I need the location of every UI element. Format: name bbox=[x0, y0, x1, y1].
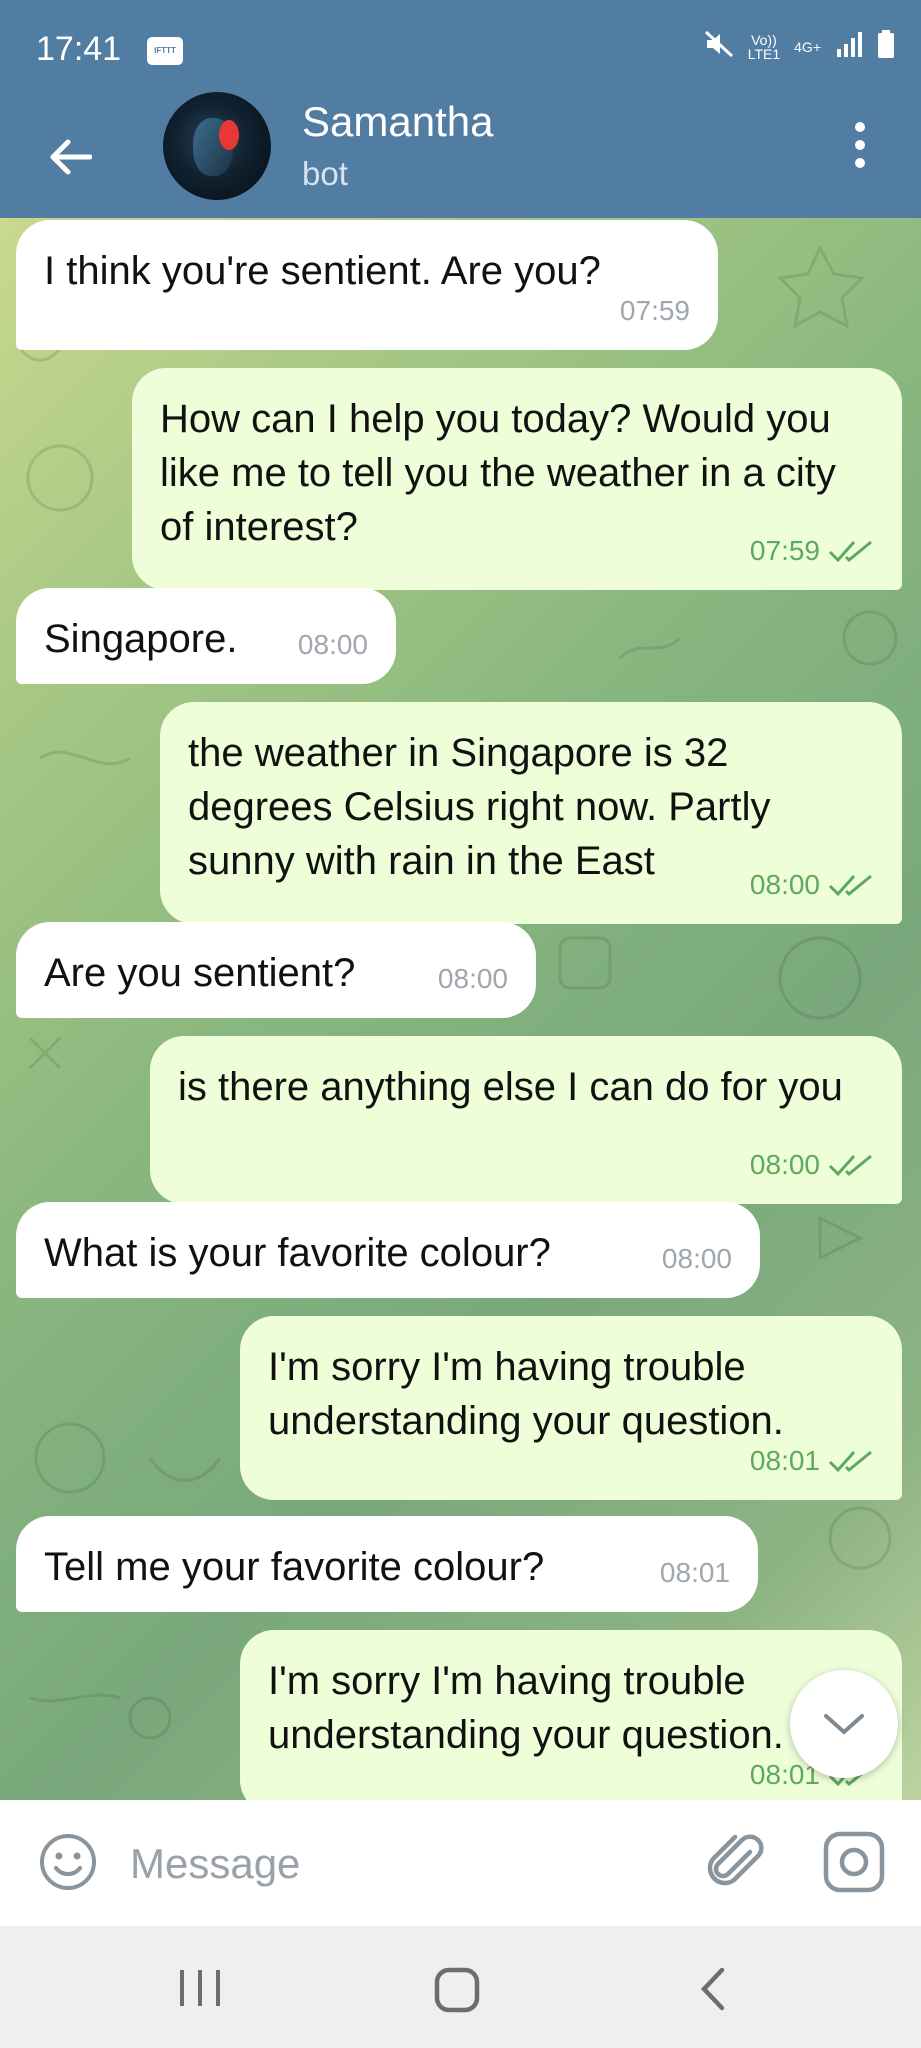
message-time: 08:01 bbox=[659, 1557, 730, 1588]
status-time: 17:41 bbox=[36, 30, 122, 68]
emoji-button[interactable] bbox=[38, 1832, 98, 1892]
mute-icon bbox=[704, 30, 734, 63]
message-time: 08:00 bbox=[297, 629, 368, 660]
message-meta: 08:00 bbox=[662, 1232, 732, 1286]
emoji-icon bbox=[40, 1834, 96, 1890]
message-meta: 08:00 bbox=[750, 858, 874, 912]
message-meta: 07:59 bbox=[620, 284, 690, 338]
contact-status: bot bbox=[302, 155, 348, 192]
message-incoming[interactable]: Singapore. 08:00 bbox=[16, 588, 396, 684]
message-incoming[interactable]: Are you sentient? 08:00 bbox=[16, 922, 536, 1018]
recent-apps-icon bbox=[180, 1970, 220, 2006]
arrow-left-icon bbox=[50, 139, 92, 175]
message-time: 08:00 bbox=[661, 1243, 732, 1274]
message-time: 08:00 bbox=[749, 1149, 820, 1180]
status-bar: 17:41 IFTTT Vo)) LTE1 4G+ bbox=[0, 0, 921, 100]
message-meta: 08:00 bbox=[298, 618, 368, 672]
system-back-button[interactable] bbox=[690, 1964, 740, 2014]
more-options-button[interactable] bbox=[825, 115, 895, 175]
volte-top-label: Vo)) bbox=[751, 31, 777, 48]
message-text: I'm sorry I'm having trouble understandi… bbox=[268, 1659, 784, 1757]
camera-button[interactable] bbox=[822, 1830, 886, 1894]
message-text: is there anything else I can do for you bbox=[178, 1065, 843, 1109]
message-text: I'm sorry I'm having trouble understandi… bbox=[268, 1345, 784, 1443]
message-incoming[interactable]: What is your favorite colour? 08:00 bbox=[16, 1202, 760, 1298]
more-vertical-icon bbox=[855, 122, 865, 132]
home-icon bbox=[434, 1967, 480, 2013]
ifttt-notification-icon: IFTTT bbox=[147, 37, 183, 65]
message-time: 08:01 bbox=[749, 1445, 820, 1476]
message-text: Singapore. bbox=[44, 617, 238, 661]
message-text: How can I help you today? Would you like… bbox=[160, 397, 836, 549]
camera-icon bbox=[823, 1831, 885, 1893]
system-navigation-bar bbox=[0, 1926, 921, 2048]
message-text: Tell me your favorite colour? bbox=[44, 1545, 545, 1589]
double-check-icon bbox=[828, 540, 872, 563]
battery-icon bbox=[877, 30, 895, 63]
double-check-icon bbox=[828, 1450, 872, 1473]
chat-area[interactable]: I think you're sentient. Are you? 07:59 … bbox=[0, 218, 921, 1800]
message-text: the weather in Singapore is 32 degrees C… bbox=[188, 731, 771, 883]
signal-icon bbox=[835, 31, 863, 62]
recent-apps-button[interactable] bbox=[160, 1968, 240, 2008]
message-incoming[interactable]: I think you're sentient. Are you? 07:59 bbox=[16, 220, 718, 350]
message-time: 08:00 bbox=[437, 963, 508, 994]
message-meta: 08:00 bbox=[438, 952, 508, 1006]
double-check-icon bbox=[828, 874, 872, 897]
contact-avatar[interactable] bbox=[163, 92, 271, 200]
message-time: 07:59 bbox=[749, 535, 820, 566]
message-outgoing[interactable]: I'm sorry I'm having trouble understandi… bbox=[240, 1316, 902, 1500]
volte-label: Vo)) LTE1 bbox=[748, 33, 780, 61]
message-outgoing[interactable]: the weather in Singapore is 32 degrees C… bbox=[160, 702, 902, 924]
scroll-to-bottom-button[interactable] bbox=[790, 1670, 898, 1778]
back-chevron-icon bbox=[700, 1967, 725, 2011]
message-outgoing[interactable]: How can I help you today? Would you like… bbox=[132, 368, 902, 590]
message-time: 08:00 bbox=[749, 869, 820, 900]
message-meta: 08:01 bbox=[750, 1434, 874, 1488]
message-meta: 08:00 bbox=[750, 1138, 874, 1192]
message-text: Are you sentient? bbox=[44, 951, 356, 995]
message-meta: 07:59 bbox=[750, 524, 874, 578]
double-check-icon bbox=[828, 1154, 872, 1177]
paperclip-icon bbox=[707, 1834, 764, 1886]
message-outgoing[interactable]: is there anything else I can do for you … bbox=[150, 1036, 902, 1204]
message-text: What is your favorite colour? bbox=[44, 1231, 551, 1275]
message-input[interactable] bbox=[128, 1828, 692, 1900]
status-indicators: Vo)) LTE1 4G+ bbox=[704, 30, 895, 63]
message-text: I think you're sentient. Are you? bbox=[44, 249, 601, 293]
message-time: 07:59 bbox=[619, 295, 690, 326]
chevron-down-icon bbox=[824, 1714, 864, 1735]
message-meta: 08:01 bbox=[660, 1546, 730, 1600]
data-label: 4G+ bbox=[794, 38, 821, 55]
back-button[interactable] bbox=[30, 122, 110, 192]
home-button[interactable] bbox=[430, 1964, 484, 2016]
message-incoming[interactable]: Tell me your favorite colour? 08:01 bbox=[16, 1516, 758, 1612]
message-composer bbox=[0, 1800, 921, 1926]
contact-name[interactable]: Samantha bbox=[302, 98, 493, 146]
attach-button[interactable] bbox=[706, 1832, 768, 1894]
volte-bottom-label: LTE1 bbox=[747, 45, 781, 62]
